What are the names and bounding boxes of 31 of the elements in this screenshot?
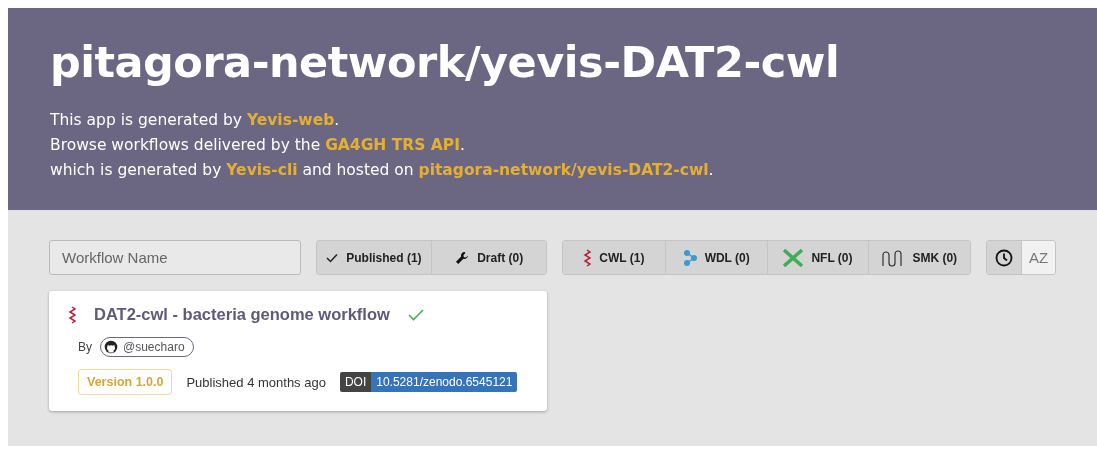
filter-button[interactable]: Draft (0) xyxy=(431,241,546,274)
filter-button[interactable]: SMK (0) xyxy=(868,241,971,274)
cross-icon xyxy=(783,248,804,267)
description-text: . xyxy=(334,111,340,129)
wrench-icon xyxy=(455,250,470,265)
description-text: which is generated by xyxy=(50,161,223,179)
github-icon xyxy=(104,340,118,354)
filter-button[interactable]: CWL (1) xyxy=(563,241,665,274)
description-text: . xyxy=(459,136,465,154)
search-field[interactable]: Workflow Name xyxy=(49,240,301,275)
doi-link[interactable]: 10.5281/zenodo.6545121 xyxy=(371,372,518,392)
squiggle-icon xyxy=(583,248,592,267)
description-text: Browse workflows delivered by the xyxy=(50,136,322,154)
filter-button[interactable]: WDL (0) xyxy=(664,241,767,274)
by-label: By xyxy=(78,340,92,354)
published-date: Published 4 months ago xyxy=(186,374,326,390)
sort-button[interactable] xyxy=(987,241,1022,274)
version-badge: Version 1.0.0 xyxy=(78,369,173,395)
page-title: pitagora-network/yevis-DAT2-cwl xyxy=(50,36,840,89)
clock-icon xyxy=(995,248,1014,267)
check-icon xyxy=(326,252,339,263)
sort-button[interactable]: AZ xyxy=(1021,241,1055,274)
wave-icon xyxy=(882,248,905,267)
description-text: and hosted on xyxy=(301,161,415,179)
filter-button[interactable]: Published (1) xyxy=(316,241,432,274)
filter-button[interactable]: NFL (0) xyxy=(766,241,869,274)
description-text: This app is generated by xyxy=(50,111,243,129)
nodes-icon xyxy=(682,248,697,267)
doi-label: DOI xyxy=(339,372,372,392)
workflow-title[interactable]: DAT2-cwl - bacteria genome workflow xyxy=(94,305,390,324)
description-text: . xyxy=(708,161,714,179)
